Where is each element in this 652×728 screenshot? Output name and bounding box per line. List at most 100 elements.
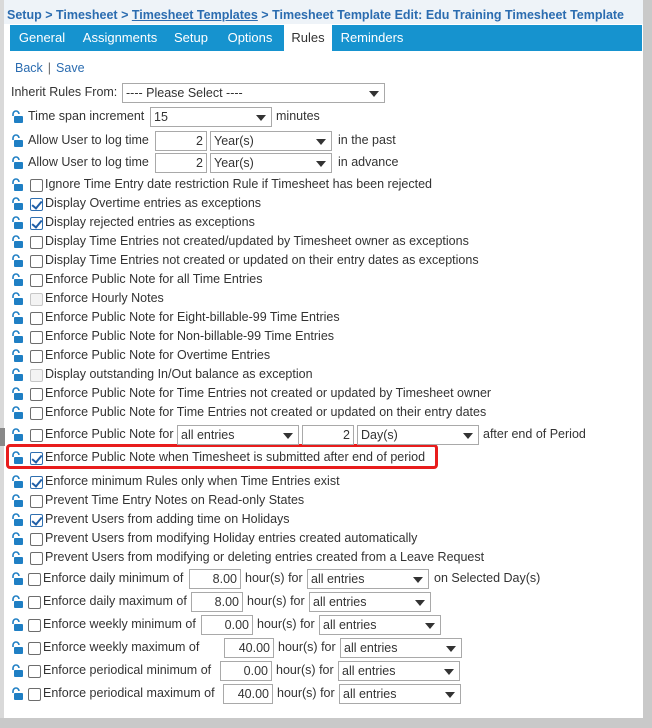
breadcrumb-setup[interactable]: Setup [7, 8, 42, 22]
hours-value-input[interactable]: 8.00 [189, 569, 241, 589]
tab-bar: General Assignments Setup Options Rules … [10, 25, 642, 51]
breadcrumb-current: Timesheet Template Edit: Edu Training Ti… [272, 8, 625, 22]
log-advance-unit-select[interactable]: Year(s) [210, 153, 332, 173]
unlock-icon[interactable] [11, 387, 24, 401]
unlock-icon[interactable] [11, 618, 24, 632]
chevron-down-icon [413, 577, 423, 583]
hours-scope-select[interactable]: all entries [319, 615, 441, 635]
hours-scope-select[interactable]: all entries [307, 569, 429, 589]
hours-value-input[interactable]: 40.00 [224, 638, 274, 658]
breadcrumb-templates-link[interactable]: Timesheet Templates [132, 8, 258, 22]
rule-checkbox[interactable] [30, 552, 43, 565]
hours-value-input[interactable]: 8.00 [191, 592, 243, 612]
hours-scope-select[interactable]: all entries [339, 684, 461, 704]
unlock-icon[interactable] [11, 572, 24, 586]
hours-value-input[interactable]: 40.00 [223, 684, 273, 704]
unlock-icon[interactable] [11, 551, 24, 565]
unlock-icon[interactable] [11, 349, 24, 363]
hours-rule-checkbox[interactable] [28, 642, 41, 655]
hours-unit-label: hour(s) for [276, 663, 334, 677]
after-period-checkbox[interactable] [30, 429, 43, 442]
breadcrumb-timesheet[interactable]: Timesheet [56, 8, 118, 22]
side-collapse-handle[interactable] [0, 428, 5, 446]
after-period-scope-select[interactable]: all entries [177, 425, 299, 445]
after-period-number-input[interactable]: 2 [302, 425, 354, 445]
rule-checkbox[interactable] [30, 217, 43, 230]
unlock-icon[interactable] [11, 197, 24, 211]
time-span-label: Time span increment [28, 109, 145, 123]
hours-rule-checkbox[interactable] [28, 665, 41, 678]
rule-checkbox[interactable] [30, 514, 43, 527]
rule-checkbox[interactable] [30, 452, 43, 465]
rule-checkbox[interactable] [30, 476, 43, 489]
inherit-select[interactable]: ---- Please Select ---- [122, 83, 385, 103]
rule-checkbox[interactable] [30, 236, 43, 249]
rule-checkbox[interactable] [30, 388, 43, 401]
log-advance-number-input[interactable]: 2 [155, 153, 207, 173]
rule-label: Display Time Entries not created or upda… [45, 253, 479, 267]
rule-checkbox[interactable] [30, 255, 43, 268]
log-past-unit-select[interactable]: Year(s) [210, 131, 332, 151]
rule-checkbox[interactable] [30, 331, 43, 344]
hours-rule-checkbox[interactable] [28, 619, 41, 632]
back-link[interactable]: Back [15, 61, 43, 75]
unlock-icon[interactable] [11, 254, 24, 268]
hours-scope-select[interactable]: all entries [338, 661, 460, 681]
rule-checkbox[interactable] [30, 407, 43, 420]
unlock-icon[interactable] [11, 641, 24, 655]
unlock-icon[interactable] [11, 156, 24, 170]
unlock-icon[interactable] [11, 532, 24, 546]
rule-label: Prevent Users from modifying or deleting… [45, 550, 485, 564]
unlock-icon[interactable] [11, 330, 24, 344]
save-link[interactable]: Save [56, 61, 85, 75]
tab-rules[interactable]: Rules [284, 25, 332, 51]
unlock-icon[interactable] [11, 406, 24, 420]
hours-rule-checkbox[interactable] [28, 688, 41, 701]
hours-scope-select-value: all entries [313, 595, 367, 609]
rule-checkbox[interactable] [30, 274, 43, 287]
unlock-icon[interactable] [11, 368, 24, 382]
rule-checkbox[interactable] [30, 533, 43, 546]
unlock-icon[interactable] [11, 178, 24, 192]
hours-scope-select[interactable]: all entries [309, 592, 431, 612]
unlock-icon[interactable] [11, 475, 24, 489]
hours-suffix-label: on Selected Day(s) [434, 571, 541, 585]
unlock-icon[interactable] [11, 451, 24, 465]
tab-general[interactable]: General [10, 25, 74, 51]
time-span-select[interactable]: 15 [150, 107, 272, 127]
tab-setup[interactable]: Setup [166, 25, 216, 51]
log-past-unit-select-value: Year(s) [214, 134, 254, 148]
unlock-icon[interactable] [11, 664, 24, 678]
unlock-icon[interactable] [11, 428, 24, 442]
rule-checkbox[interactable] [30, 198, 43, 211]
unlock-icon[interactable] [11, 216, 24, 230]
tab-reminders[interactable]: Reminders [332, 25, 412, 51]
unlock-icon[interactable] [11, 292, 24, 306]
rule-checkbox[interactable] [30, 179, 43, 192]
unlock-icon[interactable] [11, 595, 24, 609]
unlock-icon[interactable] [11, 513, 24, 527]
hours-rule-checkbox[interactable] [28, 573, 41, 586]
tab-assignments[interactable]: Assignments [74, 25, 166, 51]
rule-label: Enforce Public Note for all Time Entries [45, 272, 263, 286]
chevron-down-icon [369, 91, 379, 97]
rule-checkbox[interactable] [30, 350, 43, 363]
unlock-icon[interactable] [11, 134, 24, 148]
unlock-icon[interactable] [11, 273, 24, 287]
unlock-icon[interactable] [11, 687, 24, 701]
inherit-select-value: ---- Please Select ---- [126, 86, 243, 100]
after-period-unit-select[interactable]: Day(s) [357, 425, 479, 445]
unlock-icon[interactable] [11, 494, 24, 508]
hours-scope-select[interactable]: all entries [340, 638, 462, 658]
rule-checkbox[interactable] [30, 312, 43, 325]
rule-row: Ignore Time Entry date restriction Rule … [11, 176, 641, 194]
rule-checkbox[interactable] [30, 495, 43, 508]
unlock-icon[interactable] [11, 110, 24, 124]
hours-value-input[interactable]: 0.00 [220, 661, 272, 681]
hours-value-input[interactable]: 0.00 [201, 615, 253, 635]
unlock-icon[interactable] [11, 235, 24, 249]
unlock-icon[interactable] [11, 311, 24, 325]
log-past-number-input[interactable]: 2 [155, 131, 207, 151]
hours-rule-checkbox[interactable] [28, 596, 41, 609]
tab-options[interactable]: Options [216, 25, 284, 51]
